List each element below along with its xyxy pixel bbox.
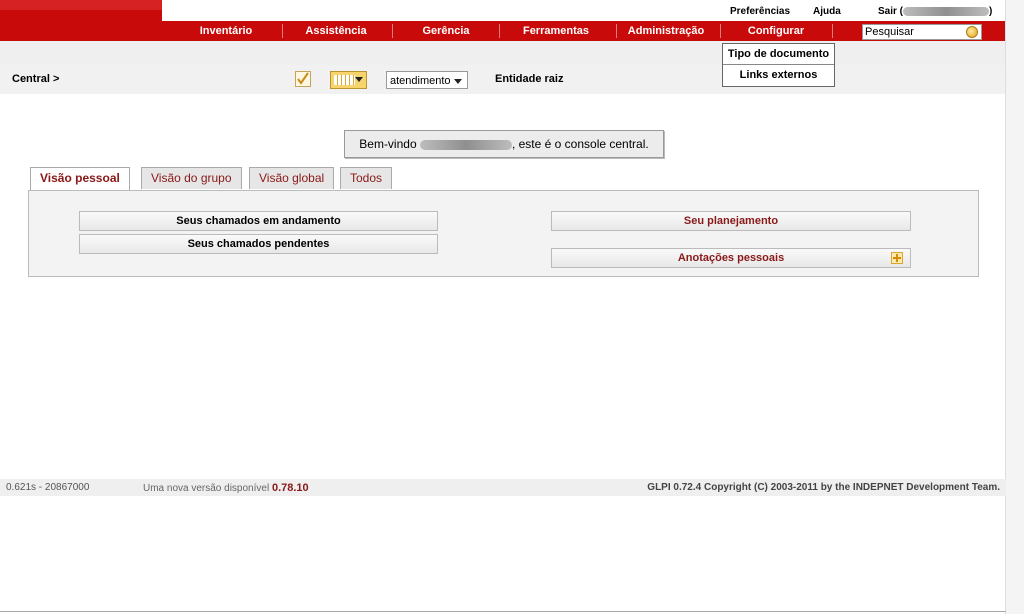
menu-assistencia[interactable]: Assistência	[286, 21, 386, 41]
checkmark-glyph	[297, 72, 309, 85]
help-link[interactable]: Ajuda	[813, 6, 841, 17]
search-go-icon[interactable]	[966, 26, 978, 38]
tab-todos[interactable]: Todos	[340, 167, 393, 189]
app-logo[interactable]	[0, 0, 162, 41]
submenu-strip	[0, 41, 1006, 65]
footer: 0.621s - 20867000 Uma nova versão dispon…	[0, 479, 1006, 496]
personal-view-panel: Seus chamados em andamento Seus chamados…	[28, 190, 979, 277]
menu-divider	[616, 24, 617, 38]
dropdown-item-links-externos[interactable]: Links externos	[723, 65, 834, 86]
dropdown-item-tipo-documento[interactable]: Tipo de documento	[723, 44, 834, 65]
preferences-link[interactable]: Preferências	[730, 6, 790, 17]
menu-gerencia[interactable]: Gerência	[396, 21, 496, 41]
tab-visao-grupo[interactable]: Visão do grupo	[141, 167, 242, 189]
planejamento-button[interactable]: Seu planejamento	[551, 211, 911, 231]
menu-divider	[720, 24, 721, 38]
page-timing: 0.621s - 20867000	[6, 482, 90, 493]
logout-suffix: )	[989, 6, 993, 17]
profile-select[interactable]: atendimento	[386, 71, 468, 89]
menu-administracao[interactable]: Administração	[620, 21, 712, 41]
tab-visao-pessoal[interactable]: Visão pessoal	[30, 167, 130, 190]
menu-divider	[282, 24, 283, 38]
menu-ferramentas[interactable]: Ferramentas	[502, 21, 610, 41]
redacted-username	[903, 6, 990, 16]
redacted-username	[419, 139, 512, 150]
check-icon[interactable]	[295, 71, 311, 87]
new-version-notice: Uma nova versão disponível 0.78.10	[143, 482, 309, 494]
preferences-bar: Preferências Ajuda Sair ()	[162, 0, 1005, 21]
logout-link[interactable]: Sair ()	[878, 6, 992, 17]
menu-configurar[interactable]: Configurar	[726, 21, 826, 41]
chamados-andamento-button[interactable]: Seus chamados em andamento	[79, 211, 438, 231]
grid-cells	[334, 75, 355, 85]
anotacoes-pessoais-button[interactable]: Anotações pessoais	[551, 248, 911, 268]
display-options-icon[interactable]	[330, 71, 367, 89]
entity-label: Entidade raiz	[495, 73, 564, 85]
menu-inventario[interactable]: Inventário	[178, 21, 274, 41]
breadcrumb[interactable]: Central >	[12, 73, 59, 85]
welcome-suffix: , este é o console central.	[511, 137, 649, 151]
copyright: GLPI 0.72.4 Copyright (C) 2003-2011 by t…	[647, 482, 1000, 493]
dropdown-arrow-icon	[355, 77, 363, 82]
profile-select-value: atendimento	[390, 75, 451, 87]
chevron-down-icon	[454, 79, 462, 84]
new-version-link[interactable]: 0.78.10	[272, 482, 309, 494]
new-version-label: Uma nova versão disponível	[143, 483, 270, 494]
tab-visao-global[interactable]: Visão global	[249, 167, 335, 189]
logo-highlight	[0, 0, 162, 10]
menu-divider	[499, 24, 500, 38]
anotacoes-label: Anotações pessoais	[677, 252, 785, 264]
welcome-prefix: Bem-vindo	[359, 137, 417, 151]
menu-divider	[392, 24, 393, 38]
window-scrollbar[interactable]	[1005, 0, 1024, 614]
configurar-dropdown: Tipo de documento Links externos	[722, 43, 835, 87]
chamados-pendentes-button[interactable]: Seus chamados pendentes	[79, 234, 438, 254]
welcome-message: Bem-vindo , este é o console central.	[344, 130, 664, 158]
search-input[interactable]	[862, 24, 982, 40]
menu-divider	[832, 24, 833, 38]
logout-prefix: Sair (	[878, 6, 904, 17]
add-note-icon[interactable]	[891, 252, 903, 264]
main-menu: Inventário Assistência Gerência Ferramen…	[162, 21, 1005, 41]
toolbar: Central > atendimento Entidade raiz	[0, 65, 1006, 94]
bottom-divider	[0, 611, 1006, 612]
